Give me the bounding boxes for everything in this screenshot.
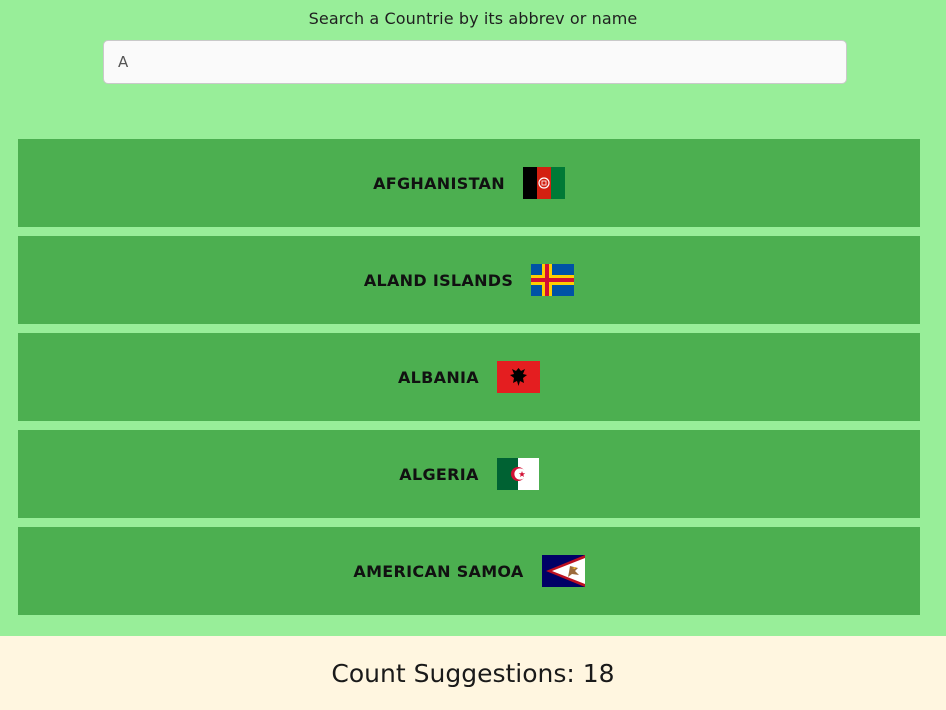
search-input[interactable]: [103, 40, 847, 84]
american-samoa-flag-icon: [541, 555, 585, 587]
country-suggestion-list: AFGHANISTAN ALAND ISLANDS ALBANIA ALGERI…: [18, 139, 920, 624]
country-row-aland-islands[interactable]: ALAND ISLANDS: [18, 236, 920, 324]
albania-flag-icon: [496, 361, 540, 393]
country-name: AMERICAN SAMOA: [353, 561, 524, 581]
count-suggestions-footer: Count Suggestions: 18: [0, 636, 946, 710]
country-row-albania[interactable]: ALBANIA: [18, 333, 920, 421]
algeria-flag-icon: [496, 458, 539, 490]
count-suggestions-text: Count Suggestions: 18: [331, 658, 615, 688]
country-name: ALBANIA: [398, 367, 479, 387]
aland-islands-flag-icon: [531, 264, 575, 296]
search-label: Search a Countrie by its abbrev or name: [308, 9, 638, 28]
country-row-algeria[interactable]: ALGERIA: [18, 430, 920, 518]
country-row-american-samoa[interactable]: AMERICAN SAMOA: [18, 527, 920, 615]
country-name: ALAND ISLANDS: [363, 270, 514, 290]
country-name: AFGHANISTAN: [373, 173, 505, 193]
country-name: ALGERIA: [399, 464, 479, 484]
country-row-afghanistan[interactable]: AFGHANISTAN: [18, 139, 920, 227]
afghanistan-flag-icon: [522, 167, 565, 199]
